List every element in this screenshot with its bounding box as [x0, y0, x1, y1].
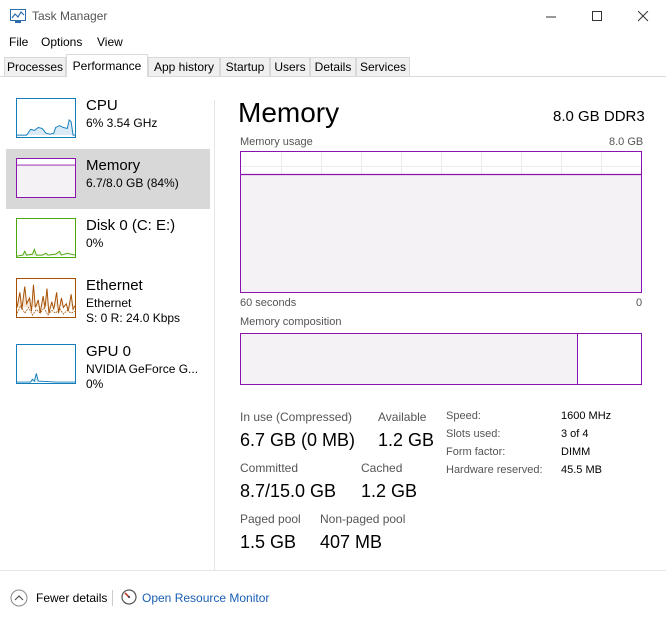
cpu-thumbnail-graph — [16, 98, 76, 138]
sidebar-item-title: CPU — [86, 97, 118, 114]
available-value: 1.2 GB — [378, 430, 435, 450]
committed-value: 8.7/15.0 GB — [240, 481, 337, 501]
tab-startup[interactable]: Startup — [220, 57, 270, 76]
disk-thumbnail-graph — [16, 218, 76, 258]
sidebar-item-disk[interactable]: Disk 0 (C: E:) 0% — [6, 209, 210, 269]
open-resource-monitor-link[interactable]: Open Resource Monitor — [142, 591, 269, 605]
memory-usage-plot — [241, 152, 641, 292]
memory-composition-bar — [240, 333, 642, 385]
minimize-button[interactable] — [528, 0, 574, 32]
page-title: Memory — [238, 97, 340, 128]
in-use-label: In use (Compressed) — [240, 410, 353, 424]
in-use-value: 6.7 GB (0 MB) — [240, 430, 356, 450]
close-button[interactable] — [620, 0, 666, 32]
gpu-thumbnail-graph — [16, 344, 76, 384]
spec-speed-value: 1600 MHz — [561, 410, 612, 422]
graph-time-start: 60 seconds — [240, 297, 297, 309]
sidebar-item-value: Ethernet — [86, 296, 132, 310]
tab-details[interactable]: Details — [310, 57, 356, 76]
menu-options[interactable]: Options — [41, 35, 82, 49]
panel-divider[interactable] — [214, 100, 215, 570]
fewer-details-button[interactable]: Fewer details — [36, 591, 107, 605]
sidebar-item-value: 6% 3.54 GHz — [86, 116, 158, 130]
spec-slots-label: Slots used: — [446, 428, 501, 440]
composition-in-use-segment — [241, 334, 578, 384]
sidebar-item-cpu[interactable]: CPU 6% 3.54 GHz — [6, 89, 210, 149]
chevron-up-icon[interactable] — [10, 589, 28, 607]
non-paged-pool-value: 407 MB — [320, 532, 383, 552]
window-title: Task Manager — [32, 9, 108, 23]
maximize-icon — [591, 10, 602, 21]
sidebar-item-value: NVIDIA GeForce G... — [86, 362, 199, 376]
sidebar-item-title: Memory — [86, 157, 141, 174]
task-manager-icon — [10, 9, 26, 23]
minimize-icon — [545, 16, 556, 17]
non-paged-pool-label: Non-paged pool — [320, 512, 406, 526]
spec-form-factor-label: Form factor: — [446, 446, 506, 458]
tab-processes[interactable]: Processes — [4, 57, 66, 76]
sidebar-item-ethernet[interactable]: Ethernet Ethernet S: 0 R: 24.0 Kbps — [6, 269, 210, 329]
title-bar[interactable]: Task Manager — [0, 0, 666, 32]
cached-value: 1.2 GB — [361, 481, 418, 501]
sidebar-item-value: 6.7/8.0 GB (84%) — [86, 176, 179, 190]
memory-usage-graph — [240, 151, 642, 293]
spec-speed-label: Speed: — [446, 410, 481, 422]
maximize-button[interactable] — [574, 0, 620, 32]
sidebar-item-title: Ethernet — [86, 277, 143, 294]
cached-label: Cached — [361, 461, 403, 475]
tab-users[interactable]: Users — [270, 57, 310, 76]
memory-spec: 8.0 GB DDR3 — [553, 108, 645, 125]
usage-area — [241, 174, 641, 292]
graph-time-end: 0 — [636, 297, 643, 309]
sidebar-item-memory[interactable]: Memory 6.7/8.0 GB (84%) — [6, 149, 210, 209]
ethernet-thumbnail-graph — [16, 278, 76, 318]
sidebar-item-throughput: S: 0 R: 24.0 Kbps — [86, 311, 181, 325]
spec-slots-value: 3 of 4 — [561, 428, 589, 440]
menu-file[interactable]: File — [9, 35, 28, 49]
usage-graph-label: Memory usage — [240, 136, 313, 148]
sidebar-item-usage: 0% — [86, 377, 104, 391]
spec-hw-reserved-value: 45.5 MB — [561, 464, 602, 476]
committed-label: Committed — [240, 461, 299, 475]
spec-form-factor-value: DIMM — [561, 446, 591, 458]
menu-view[interactable]: View — [97, 35, 123, 49]
resource-monitor-icon — [121, 589, 137, 605]
sidebar-item-title: Disk 0 (C: E:) — [86, 217, 176, 234]
paged-pool-label: Paged pool — [240, 512, 301, 526]
sidebar-item-gpu[interactable]: GPU 0 NVIDIA GeForce G... 0% — [6, 335, 210, 395]
composition-label: Memory composition — [240, 316, 342, 328]
paged-pool-value: 1.5 GB — [240, 532, 297, 552]
usage-graph-max: 8.0 GB — [609, 136, 644, 148]
sidebar-item-title: GPU 0 — [86, 343, 132, 360]
memory-thumbnail-graph — [16, 158, 76, 198]
sidebar-item-value: 0% — [86, 236, 104, 250]
footer-separator — [112, 590, 113, 606]
spec-hw-reserved-label: Hardware reserved: — [446, 464, 543, 476]
tab-services[interactable]: Services — [356, 57, 410, 76]
tab-performance[interactable]: Performance — [66, 54, 148, 77]
close-icon — [637, 10, 648, 21]
available-label: Available — [378, 410, 427, 424]
tab-app-history[interactable]: App history — [148, 57, 220, 76]
resource-list: CPU 6% 3.54 GHz Memory 6.7/8.0 GB (84%) … — [0, 77, 214, 570]
footer-divider — [0, 570, 666, 571]
